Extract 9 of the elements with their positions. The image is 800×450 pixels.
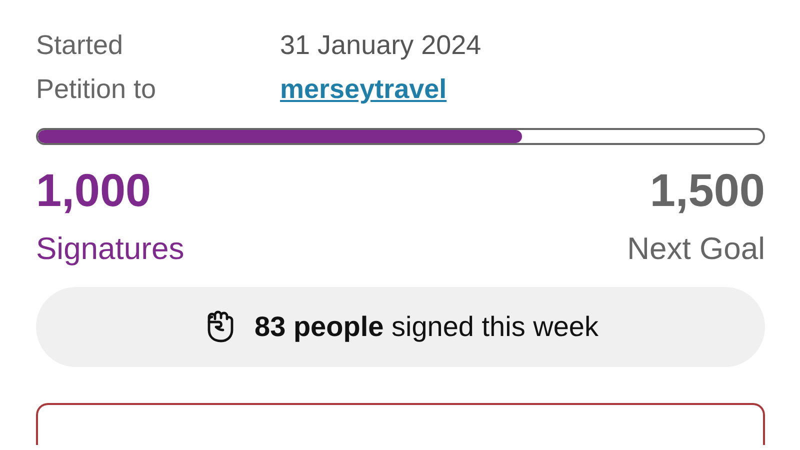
weekly-signers-text: 83 people signed this week: [254, 311, 598, 343]
goal-label: Next Goal: [627, 230, 765, 268]
detail-value: 31 January 2024: [280, 29, 482, 62]
detail-label: Petition to: [36, 73, 158, 106]
recipient-link[interactable]: merseytravel: [280, 70, 447, 108]
goal-count: 1,500: [650, 163, 765, 217]
detail-label: Started: [36, 29, 124, 62]
signatures-label: Signatures: [36, 230, 184, 268]
signature-count: 1,000: [36, 163, 152, 217]
